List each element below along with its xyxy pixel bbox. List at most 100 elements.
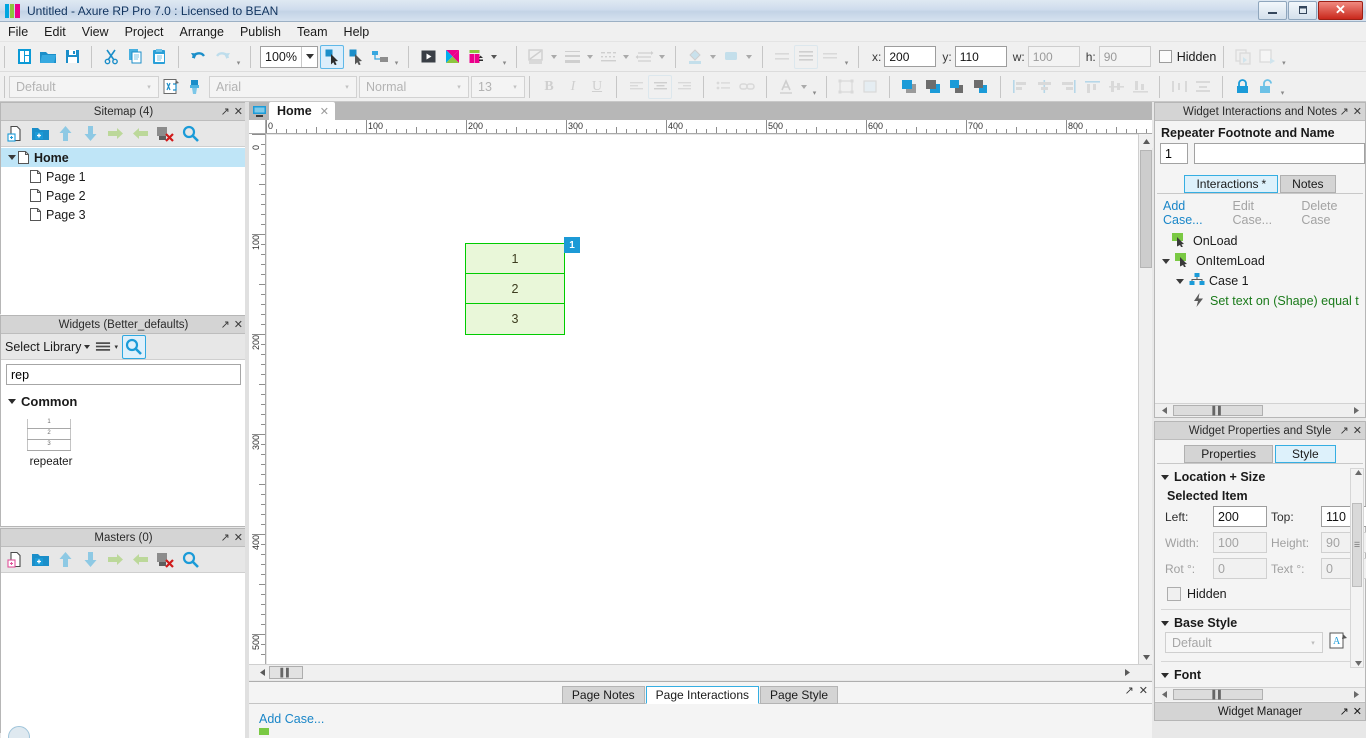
- interactions-restore-icon[interactable]: ↗: [1340, 106, 1349, 118]
- design-canvas[interactable]: 123 1: [267, 135, 1152, 664]
- save-file-icon[interactable]: [60, 45, 84, 69]
- restore-button[interactable]: [1288, 0, 1317, 20]
- h-input[interactable]: [1098, 46, 1151, 67]
- group-location-size[interactable]: Location + Size: [1155, 464, 1365, 486]
- add-folder-icon[interactable]: [28, 122, 52, 146]
- event-case-1[interactable]: Case 1: [1158, 271, 1365, 291]
- overflow-caret-icon[interactable]: ▾: [500, 46, 509, 68]
- widget-search-icon[interactable]: [121, 334, 146, 359]
- scroll-down-button[interactable]: [1353, 661, 1363, 666]
- publish-icon[interactable]: [464, 45, 488, 69]
- scroll-up-button[interactable]: [1353, 470, 1363, 475]
- connector-tool-icon[interactable]: [344, 45, 368, 69]
- delete-icon[interactable]: [153, 122, 177, 146]
- menu-file[interactable]: File: [0, 23, 36, 41]
- event-action-set-text[interactable]: Set text on (Shape) equal t: [1158, 291, 1365, 311]
- close-button[interactable]: ✕: [1318, 0, 1363, 20]
- expand-arrow-icon[interactable]: [1174, 279, 1185, 284]
- widget-manager-header[interactable]: Widget Manager ↗ ✕: [1155, 702, 1365, 720]
- move-down-icon[interactable]: [78, 122, 102, 146]
- bottom-panel-close-icon[interactable]: ✕: [1139, 684, 1148, 697]
- canvas-tab-home[interactable]: Home ✕: [269, 102, 335, 120]
- send-back-icon[interactable]: [921, 75, 945, 99]
- overflow-caret-icon[interactable]: ▾: [842, 46, 851, 68]
- outdent-icon[interactable]: [128, 122, 152, 146]
- sidebar-item-page-3[interactable]: Page 3: [1, 205, 246, 224]
- indent-icon[interactable]: [103, 122, 127, 146]
- width-input[interactable]: [1213, 532, 1267, 553]
- event-onload[interactable]: OnLoad: [1158, 231, 1365, 251]
- scroll-down-button[interactable]: [1139, 650, 1153, 664]
- menu-project[interactable]: Project: [117, 23, 172, 41]
- style-editor-icon[interactable]: [159, 75, 183, 99]
- properties-horizontal-scrollbar[interactable]: ▌▌: [1155, 687, 1365, 701]
- masters-list[interactable]: [1, 573, 246, 738]
- bottom-panel-restore-icon[interactable]: ↗: [1125, 684, 1134, 697]
- properties-restore-icon[interactable]: ↗: [1340, 425, 1349, 437]
- properties-close-icon[interactable]: ✕: [1353, 425, 1362, 437]
- expand-arrow-icon[interactable]: [1160, 259, 1171, 264]
- scroll-left-button[interactable]: [255, 666, 269, 680]
- hidden-checkbox-row[interactable]: Hidden: [1155, 579, 1365, 601]
- search-icon[interactable]: [178, 548, 202, 572]
- select-library-dropdown[interactable]: Select Library: [5, 340, 90, 354]
- repeater-row[interactable]: 1: [466, 244, 564, 274]
- scroll-right-button[interactable]: [1351, 691, 1361, 698]
- widget-category-common[interactable]: Common: [8, 394, 246, 409]
- bring-front-icon[interactable]: [897, 75, 921, 99]
- expand-arrow-icon[interactable]: [6, 155, 18, 160]
- move-down-icon[interactable]: [78, 548, 102, 572]
- hidden-checkbox[interactable]: Hidden: [1158, 50, 1216, 64]
- cut-icon[interactable]: [99, 45, 123, 69]
- send-backward-icon[interactable]: [969, 75, 993, 99]
- properties-vertical-scrollbar[interactable]: ☰: [1350, 468, 1364, 668]
- select-tool-icon[interactable]: [320, 44, 344, 69]
- sitemap-restore-icon[interactable]: ↗: [221, 106, 230, 118]
- scroll-right-button[interactable]: [1351, 407, 1361, 414]
- move-up-icon[interactable]: [53, 548, 77, 572]
- left-input[interactable]: [1213, 506, 1267, 527]
- scroll-left-button[interactable]: [1159, 407, 1169, 414]
- masters-restore-icon[interactable]: ↗: [221, 532, 230, 544]
- footnote-badge[interactable]: 1: [564, 237, 580, 253]
- style-combo[interactable]: Default ▾: [9, 75, 159, 98]
- tab-style[interactable]: Style: [1275, 445, 1336, 463]
- event-onitemload[interactable]: OnItemLoad: [1158, 251, 1365, 271]
- x-input[interactable]: [884, 46, 937, 67]
- style-manager-icon[interactable]: A: [1329, 632, 1348, 653]
- tab-interactions[interactable]: Interactions *: [1184, 175, 1279, 193]
- bring-forward-icon[interactable]: [945, 75, 969, 99]
- fontweight-combo[interactable]: Normal ▾: [359, 75, 469, 98]
- sitemap-close-icon[interactable]: ✕: [234, 106, 243, 118]
- unlock-icon[interactable]: [1254, 75, 1278, 99]
- sidebar-item-page-1[interactable]: Page 1: [1, 167, 246, 186]
- canvas-vertical-scrollbar[interactable]: [1138, 134, 1153, 664]
- add-case-link[interactable]: Add Case...: [1163, 199, 1223, 227]
- paste-icon[interactable]: [147, 45, 171, 69]
- zoom-select[interactable]: 100%: [260, 45, 318, 68]
- delete-icon[interactable]: [153, 548, 177, 572]
- scroll-right-button[interactable]: [1120, 666, 1134, 680]
- tab-properties[interactable]: Properties: [1184, 445, 1273, 463]
- tab-page-style[interactable]: Page Style: [760, 686, 839, 704]
- w-input[interactable]: [1027, 46, 1080, 67]
- widget-name-input[interactable]: [1194, 143, 1365, 164]
- overflow-caret-icon[interactable]: ▾: [1278, 76, 1287, 98]
- tab-page-interactions[interactable]: Page Interactions: [645, 686, 760, 704]
- open-file-icon[interactable]: [36, 45, 60, 69]
- copy-icon[interactable]: [123, 45, 147, 69]
- sidebar-item-home[interactable]: Home: [1, 148, 246, 167]
- tab-notes[interactable]: Notes: [1280, 175, 1336, 193]
- publish-dropdown-icon[interactable]: [488, 45, 500, 69]
- scroll-up-button[interactable]: [1139, 134, 1153, 148]
- repeater-widget[interactable]: 123: [465, 243, 565, 335]
- widget-item-repeater[interactable]: 1 2 3 repeater: [23, 417, 79, 468]
- add-folder-icon[interactable]: [28, 548, 52, 572]
- outdent-icon[interactable]: [128, 548, 152, 572]
- footnote-number-input[interactable]: [1160, 143, 1188, 164]
- interactions-close-icon[interactable]: ✕: [1353, 106, 1362, 118]
- indent-icon[interactable]: [103, 548, 127, 572]
- scroll-left-button[interactable]: [1159, 691, 1169, 698]
- add-page-icon[interactable]: [3, 122, 27, 146]
- undo-icon[interactable]: [186, 45, 210, 69]
